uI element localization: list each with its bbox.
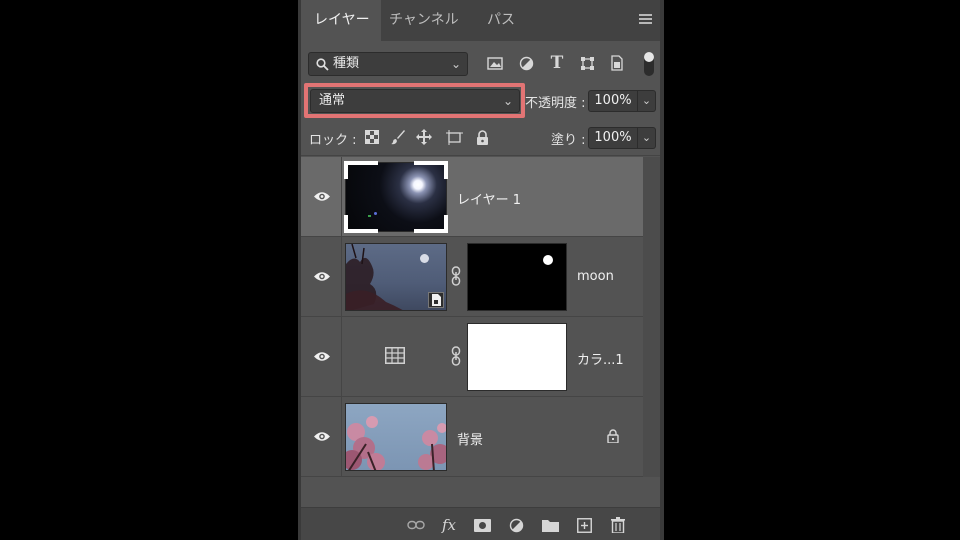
opacity-dropdown-button[interactable]: ⌄ <box>638 90 656 112</box>
fill-dropdown-button[interactable]: ⌄ <box>638 127 656 149</box>
tab-paths[interactable]: パス <box>487 0 537 41</box>
fx-icon[interactable]: fx <box>439 515 459 535</box>
opacity-input[interactable]: 100% <box>588 90 638 112</box>
divider <box>301 155 660 156</box>
layers-empty-area <box>301 477 643 507</box>
layer-thumbnail <box>345 403 447 471</box>
visibility-toggle[interactable] <box>301 317 342 396</box>
layers-list: レイヤー 1 moon カラ...1 背景 <box>301 157 643 477</box>
new-adjustment-layer-icon[interactable] <box>506 515 526 535</box>
filter-kind-dropdown[interactable]: 種類 ⌄ <box>308 52 468 76</box>
lock-pixels-brush-icon[interactable] <box>388 127 408 147</box>
layer-name[interactable]: レイヤー 1 <box>457 189 521 208</box>
visibility-toggle[interactable] <box>301 237 342 316</box>
layer-row-background[interactable]: 背景 <box>301 397 643 477</box>
layers-scrollbar[interactable] <box>643 157 660 477</box>
panel-right-border <box>660 0 664 540</box>
lock-all-icon[interactable] <box>472 127 492 147</box>
eye-icon <box>314 432 330 441</box>
trash-icon[interactable] <box>608 515 628 535</box>
opacity-label: 不透明度 : <box>525 96 586 111</box>
layer-mask-thumbnail[interactable] <box>467 323 567 391</box>
panel-menu-icon[interactable] <box>639 14 652 26</box>
layer-name[interactable]: カラ...1 <box>577 349 624 368</box>
panel-tab-bar: レイヤー チャンネル パス <box>301 0 660 41</box>
layer-row-layer1[interactable]: レイヤー 1 <box>301 157 643 237</box>
new-group-folder-icon[interactable] <box>540 515 560 535</box>
smart-object-badge-icon <box>432 294 441 306</box>
tab-channels[interactable]: チャンネル <box>389 0 479 41</box>
lock-artboard-icon[interactable] <box>444 127 464 147</box>
layer-name[interactable]: 背景 <box>457 429 483 448</box>
link-chain-icon[interactable] <box>451 266 461 286</box>
fill-input[interactable]: 100% <box>588 127 638 149</box>
chevron-down-icon: ⌄ <box>502 94 513 108</box>
eye-icon <box>314 272 330 281</box>
layer-thumbnail <box>344 161 448 233</box>
new-layer-icon[interactable] <box>574 515 594 535</box>
layers-panel: レイヤー チャンネル パス 種類 ⌄ T 通常 ⌄ 不透明度: 100% ⌄ … <box>298 0 664 540</box>
layer-thumbnail <box>345 243 447 311</box>
lock-label: ロック : <box>309 133 357 148</box>
blend-row: 通常 ⌄ 不透明度 : 100% ⌄ <box>301 89 660 113</box>
chevron-down-icon: ⌄ <box>450 57 461 71</box>
visibility-toggle[interactable] <box>301 397 342 476</box>
eye-icon <box>314 192 330 201</box>
filter-row: 種類 ⌄ T <box>301 52 660 76</box>
color-lookup-grid-icon <box>385 347 405 364</box>
layer-name[interactable]: moon <box>577 269 614 284</box>
layer-mask-thumbnail[interactable] <box>467 243 567 311</box>
fill-label: 塗り : <box>551 133 586 148</box>
link-layers-icon[interactable] <box>406 515 426 535</box>
visibility-toggle[interactable] <box>301 157 342 236</box>
layer-row-moon[interactable]: moon <box>301 237 643 317</box>
lock-position-move-icon[interactable] <box>414 127 434 147</box>
link-chain-icon[interactable] <box>451 346 461 366</box>
filter-toggle-switch[interactable] <box>644 52 654 76</box>
shape-filter-icon[interactable] <box>576 52 598 74</box>
blend-mode-dropdown[interactable]: 通常 ⌄ <box>310 89 520 113</box>
blend-mode-label: 通常 <box>319 93 346 108</box>
type-filter-icon[interactable]: T <box>546 52 568 74</box>
lock-transparency-icon[interactable] <box>362 127 382 147</box>
eye-icon <box>314 352 330 361</box>
add-mask-icon[interactable] <box>472 515 492 535</box>
smart-object-filter-icon[interactable] <box>606 52 628 74</box>
panel-footer: fx <box>301 507 660 540</box>
search-icon <box>316 58 329 71</box>
image-filter-icon[interactable] <box>484 52 506 74</box>
adjustment-filter-icon[interactable] <box>515 52 537 74</box>
tab-layers[interactable]: レイヤー <box>301 0 381 41</box>
filter-kind-label: 種類 <box>333 56 360 71</box>
layer-row-color-adjustment[interactable]: カラ...1 <box>301 317 643 397</box>
lock-row: ロック : 塗り : 100% ⌄ <box>301 126 660 150</box>
lock-icon <box>607 429 619 443</box>
